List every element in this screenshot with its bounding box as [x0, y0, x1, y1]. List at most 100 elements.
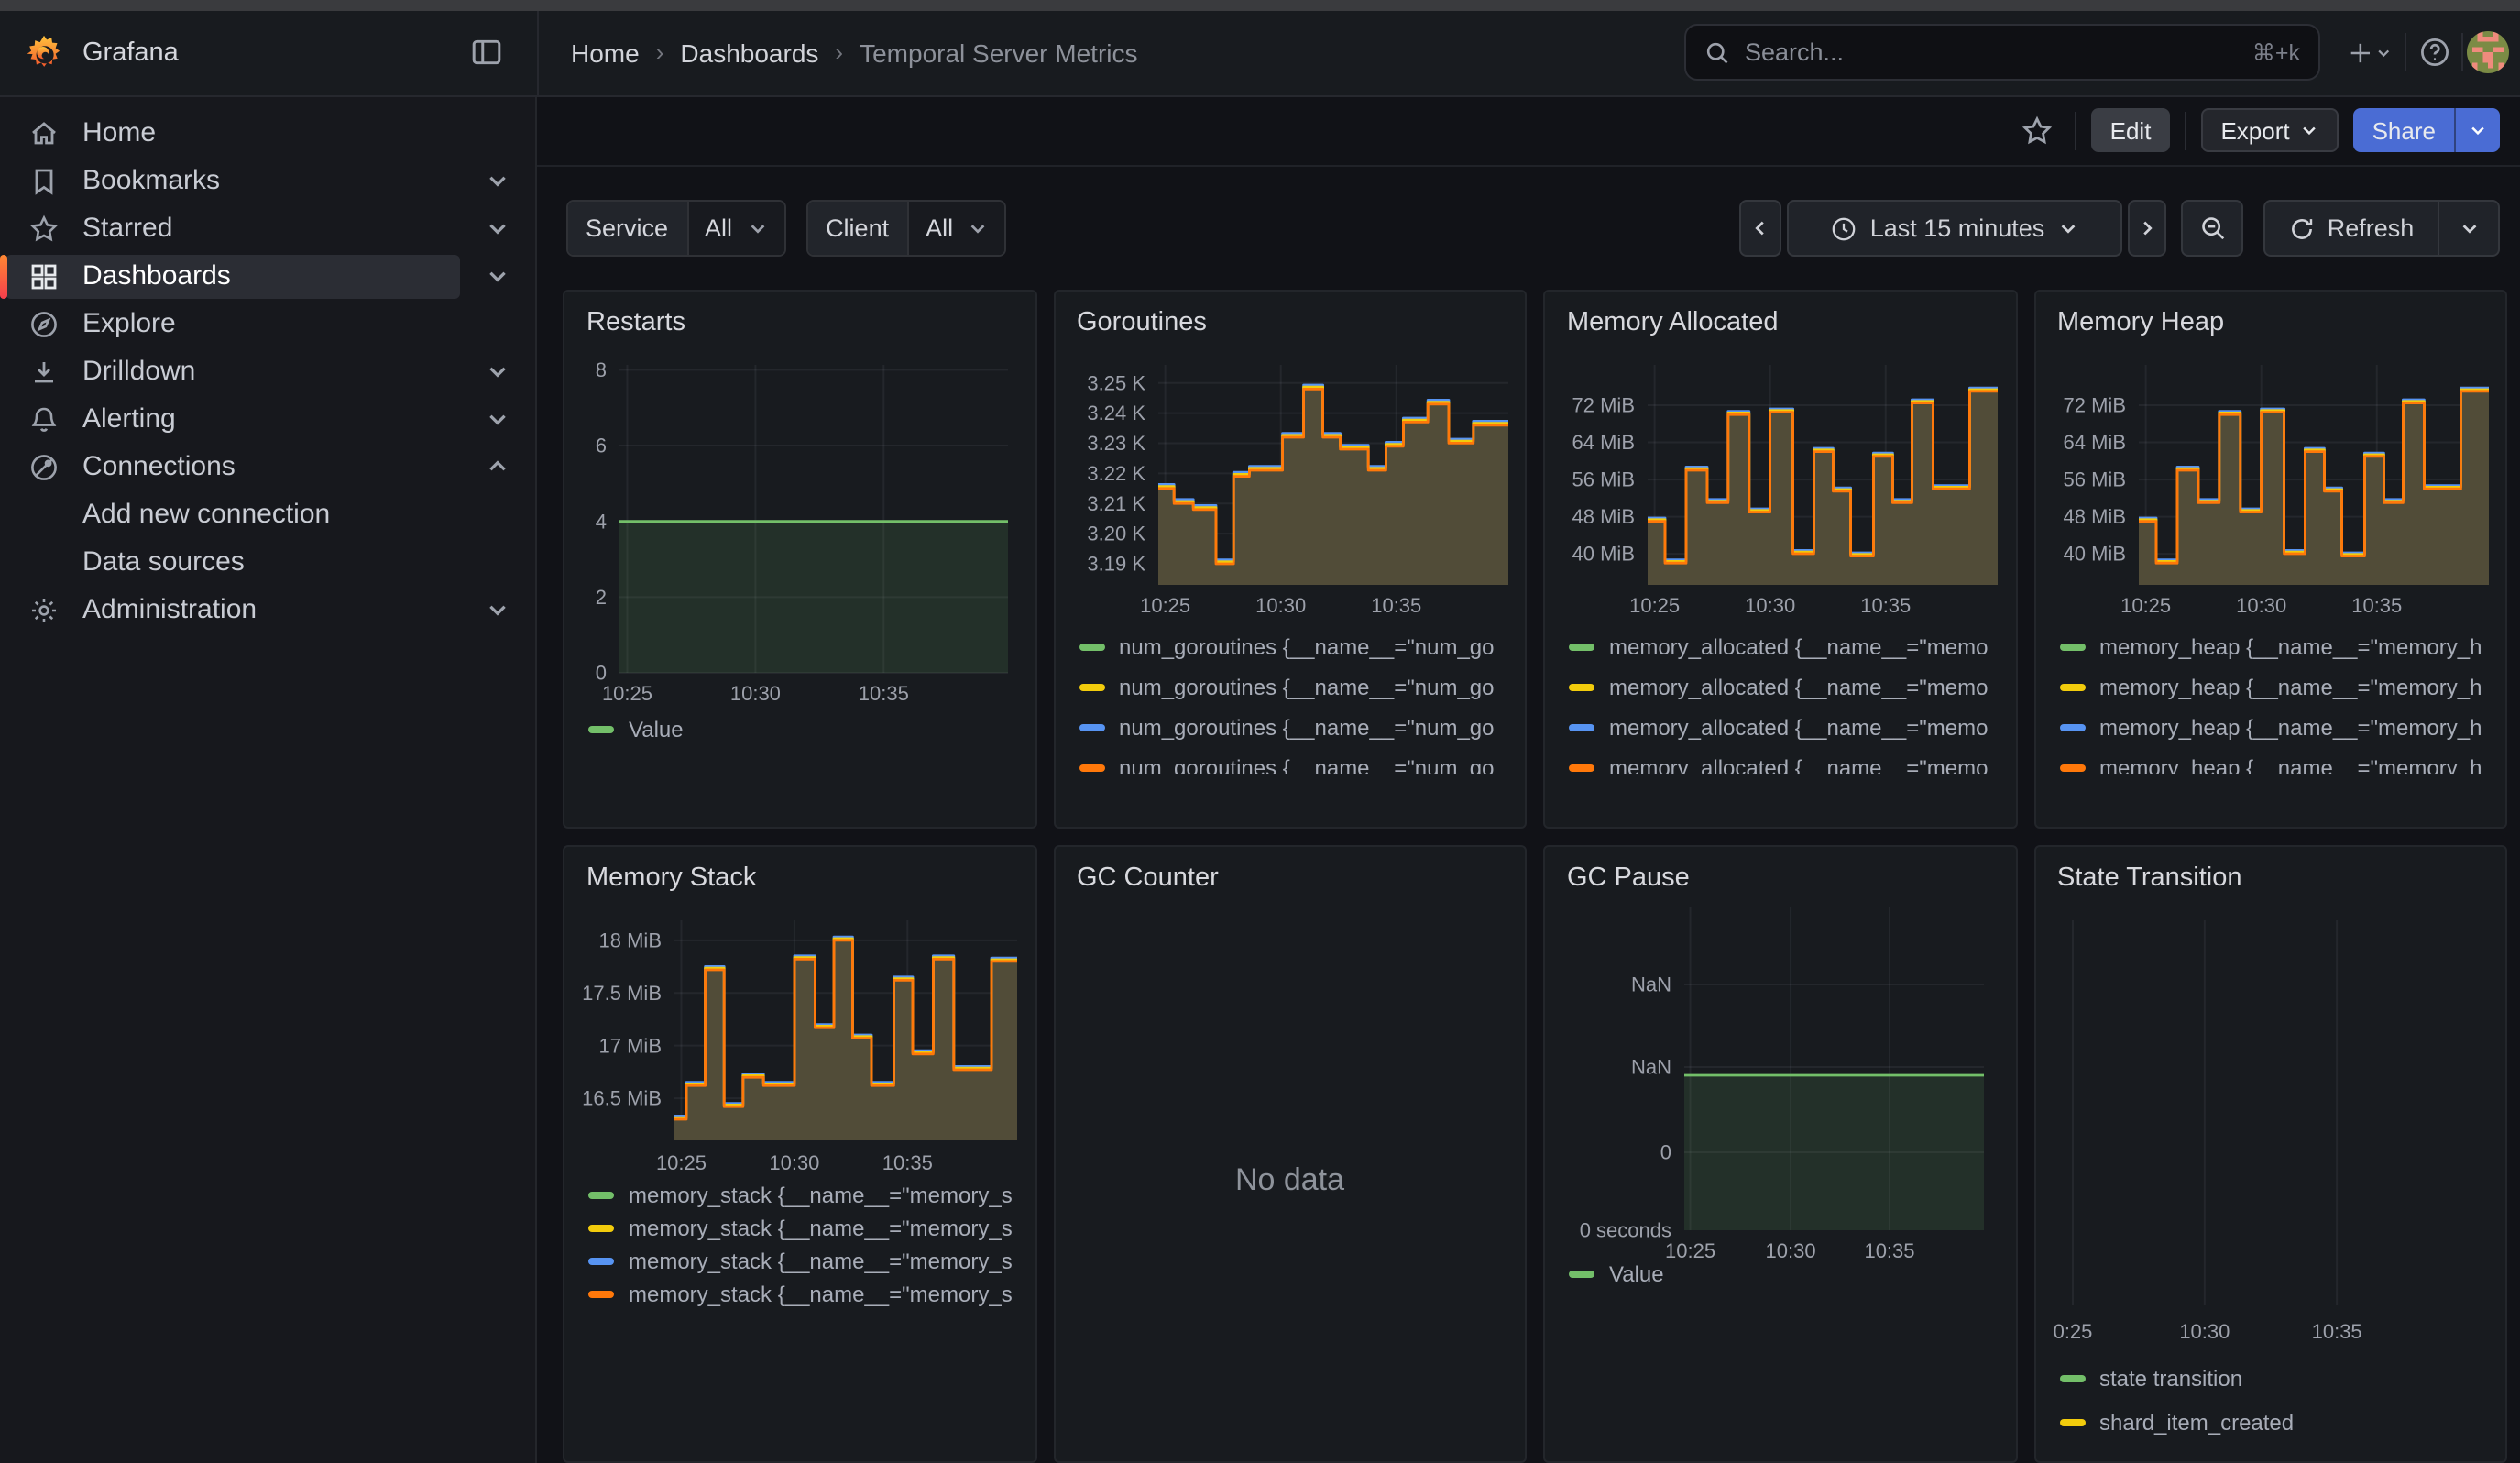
sidebar-item-dashboards[interactable]: Dashboards [0, 252, 534, 300]
sidebar-toggle-icon[interactable] [463, 29, 510, 77]
svg-text:10:25: 10:25 [656, 1150, 707, 1173]
panel-title[interactable]: Memory Heap [2057, 308, 2224, 337]
panel-title[interactable]: Restarts [586, 308, 685, 337]
no-data-text: No data [1055, 1161, 1525, 1198]
share-button[interactable]: Share [2354, 109, 2454, 153]
svg-text:0:25: 0:25 [2053, 1319, 2092, 1342]
nav-small-divider [2461, 34, 2463, 72]
panel-legend: memory_heap {__name__="memory_hmemory_he… [2035, 627, 2505, 774]
legend-item[interactable]: num_goroutines {__name__="num_go [1055, 708, 1525, 748]
variable-client: Client All [805, 200, 1006, 257]
legend-item[interactable]: state transition [2035, 1356, 2505, 1400]
dashboard-grid: Restarts 10:2510:3010:3586420Value Gorou… [536, 290, 2520, 1463]
search-placeholder: Search... [1745, 39, 2238, 67]
legend-item[interactable]: memory_stack {__name__="memory_s [564, 1179, 1035, 1212]
legend-item[interactable]: memory_allocated {__name__="memo [1545, 627, 2015, 667]
sidebar-item-home[interactable]: Home [0, 109, 534, 157]
panel-title[interactable]: Goroutines [1077, 308, 1207, 337]
legend-item[interactable]: memory_heap {__name__="memory_h [2035, 708, 2505, 748]
top-navbar: Grafana Home › Dashboards › Temporal Ser… [0, 11, 2520, 96]
legend-item[interactable]: num_goroutines {__name__="num_go [1055, 667, 1525, 708]
panel-title[interactable]: GC Counter [1077, 863, 1219, 892]
share-dropdown-icon[interactable] [2454, 109, 2500, 153]
nav-right-section: Search... ⌘+k [1684, 25, 2520, 82]
refresh-button[interactable]: Refresh [2263, 200, 2439, 257]
nav-small-divider [2405, 34, 2406, 72]
legend-item[interactable]: shard_item_created [2035, 1400, 2505, 1444]
time-range-picker[interactable]: Last 15 minutes [1787, 200, 2122, 257]
variable-service-value[interactable]: All [686, 202, 783, 255]
svg-text:56 MiB: 56 MiB [1572, 468, 1635, 491]
sidebar-item-bookmarks[interactable]: Bookmarks [0, 157, 534, 204]
legend-item[interactable]: memory_stack {__name__="memory_s [564, 1245, 1035, 1278]
panel-chart: 10:2510:3010:3572 MiB64 MiB56 MiB48 MiB4… [1545, 292, 2015, 826]
svg-text:10:30: 10:30 [769, 1150, 819, 1173]
chevron-down-icon[interactable] [485, 215, 510, 241]
chevron-down-icon[interactable] [485, 168, 510, 193]
svg-text:3.21 K: 3.21 K [1086, 492, 1145, 515]
chevron-down-icon[interactable] [485, 597, 510, 622]
svg-text:6: 6 [596, 434, 607, 457]
variable-client-value[interactable]: All [907, 202, 1004, 255]
legend-item[interactable]: memory_allocated {__name__="memo [1545, 708, 2015, 748]
search-input[interactable]: Search... ⌘+k [1684, 25, 2320, 82]
legend-item[interactable]: memory_heap {__name__="memory_h [2035, 667, 2505, 708]
legend-item[interactable]: Value [1545, 1254, 2015, 1294]
sidebar-item-add-new-connection[interactable]: Add new connection [0, 490, 534, 538]
panel-title[interactable]: State Transition [2057, 863, 2242, 892]
add-button[interactable] [2339, 29, 2401, 77]
breadcrumb-dashboards[interactable]: Dashboards [680, 38, 818, 68]
time-shift-forward-icon[interactable] [2128, 200, 2166, 257]
time-shift-back-icon[interactable] [1739, 200, 1781, 257]
nav-left-section: Grafana [0, 11, 536, 94]
variable-client-label: Client [807, 202, 907, 255]
breadcrumb-separator: › [656, 39, 664, 67]
legend-item[interactable]: memory_heap {__name__="memory_h [2035, 748, 2505, 774]
sidebar-item-alerting[interactable]: Alerting [0, 395, 534, 443]
sidebar-item-connections[interactable]: Connections [0, 443, 534, 490]
svg-text:10:35: 10:35 [2311, 1319, 2361, 1342]
window-top-strip [0, 0, 2520, 11]
sidebar-item-starred[interactable]: Starred [0, 204, 534, 252]
svg-text:10:25: 10:25 [2120, 594, 2170, 617]
chevron-up-icon[interactable] [485, 454, 510, 479]
sidebar-item-administration[interactable]: Administration [0, 586, 534, 633]
panel-title[interactable]: Memory Allocated [1567, 308, 1779, 337]
legend-item[interactable]: Value [564, 710, 1035, 750]
sidebar-item-data-sources[interactable]: Data sources [0, 538, 534, 586]
panel-legend: state transitionshard_item_created [2035, 1356, 2505, 1444]
svg-text:10:30: 10:30 [1745, 594, 1795, 617]
chevron-down-icon[interactable] [485, 263, 510, 289]
legend-item[interactable]: memory_allocated {__name__="memo [1545, 748, 2015, 774]
svg-text:10:35: 10:35 [1860, 594, 1911, 617]
help-icon[interactable] [2410, 29, 2458, 77]
svg-text:10:25: 10:25 [1139, 594, 1189, 617]
chevron-down-icon[interactable] [485, 406, 510, 432]
legend-swatch [1079, 724, 1104, 732]
legend-item[interactable]: num_goroutines {__name__="num_go [1055, 627, 1525, 667]
legend-item[interactable]: memory_stack {__name__="memory_s [564, 1212, 1035, 1245]
panel-chart: 10:2510:3010:3586420Value [564, 292, 1035, 826]
edit-button[interactable]: Edit [2092, 109, 2170, 153]
breadcrumb-home[interactable]: Home [571, 38, 640, 68]
legend-item[interactable]: memory_heap {__name__="memory_h [2035, 627, 2505, 667]
svg-text:17 MiB: 17 MiB [599, 1033, 662, 1056]
legend-item[interactable]: memory_allocated {__name__="memo [1545, 667, 2015, 708]
sidebar-item-explore[interactable]: Explore [0, 300, 534, 347]
panel-title[interactable]: Memory Stack [586, 863, 756, 892]
svg-text:56 MiB: 56 MiB [2063, 468, 2125, 491]
chevron-down-icon[interactable] [485, 358, 510, 384]
time-zoom-out-icon[interactable] [2181, 200, 2243, 257]
refresh-interval-dropdown-icon[interactable] [2439, 200, 2500, 257]
legend-item[interactable]: memory_stack {__name__="memory_s [564, 1278, 1035, 1311]
breadcrumb-current: Temporal Server Metrics [860, 38, 1137, 68]
svg-text:18 MiB: 18 MiB [599, 928, 662, 951]
panel-title[interactable]: GC Pause [1567, 863, 1690, 892]
svg-text:3.23 K: 3.23 K [1086, 432, 1145, 455]
gear-icon [29, 595, 59, 624]
avatar[interactable] [2467, 32, 2509, 74]
export-button[interactable]: Export [2200, 109, 2339, 153]
legend-item[interactable]: num_goroutines {__name__="num_go [1055, 748, 1525, 774]
favorite-star-icon[interactable] [2013, 107, 2061, 155]
sidebar-item-drilldown[interactable]: Drilldown [0, 347, 534, 395]
